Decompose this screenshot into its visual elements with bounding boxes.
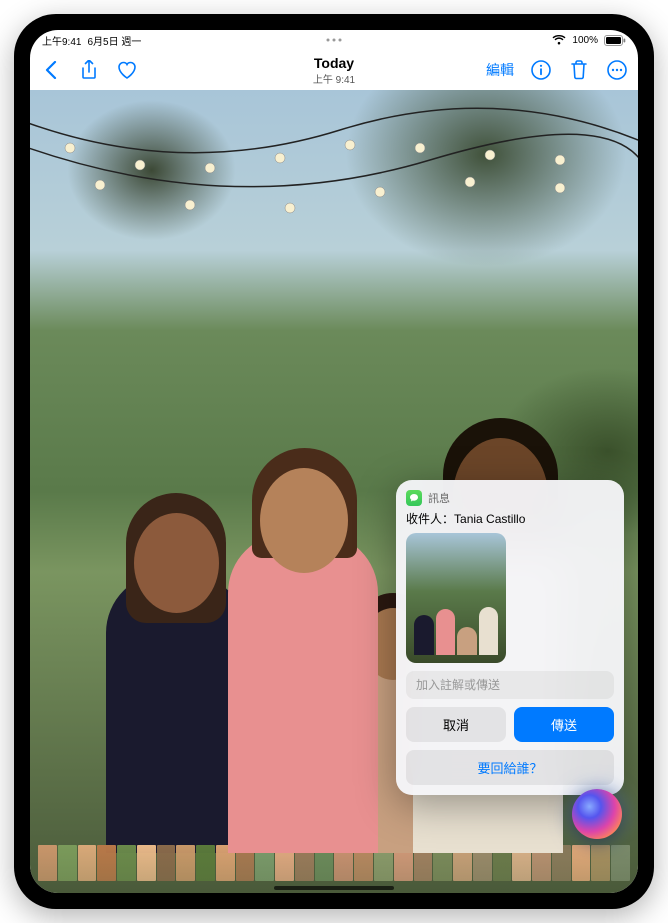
edit-button[interactable]: 編輯 [486,60,514,80]
send-button[interactable]: 傳送 [514,707,614,742]
photo-viewer[interactable]: 訊息 收件人：Tania Castillo 取消 傳送 要回給誰？ [30,90,638,893]
filmstrip-thumb[interactable] [176,845,195,881]
filmstrip-thumb[interactable] [611,845,630,881]
favorite-button[interactable] [116,59,138,81]
filmstrip-thumb[interactable] [196,845,215,881]
filmstrip-thumb[interactable] [97,845,116,881]
comment-input[interactable] [406,671,614,699]
siri-share-card: 訊息 收件人：Tania Castillo 取消 傳送 要回給誰？ [396,480,624,795]
battery-percent: 100% [572,35,598,46]
attachment-thumbnail[interactable] [406,533,506,663]
nav-title-area: Today 上午 9:41 [313,55,355,86]
siri-orb[interactable] [572,789,622,839]
trash-button[interactable] [568,59,590,81]
filmstrip-thumb[interactable] [38,845,57,881]
battery-icon [604,35,626,46]
filmstrip-thumb[interactable] [137,845,156,881]
status-time: 上午9:41 [42,33,81,48]
cancel-button[interactable]: 取消 [406,707,506,742]
filmstrip-thumb[interactable] [572,845,591,881]
recipient-name: Tania Castillo [454,512,525,526]
card-app-label: 訊息 [428,490,450,506]
info-button[interactable] [530,59,552,81]
filmstrip-thumb[interactable] [58,845,77,881]
filmstrip-thumb[interactable] [117,845,136,881]
reply-to-button[interactable]: 要回給誰？ [406,750,614,785]
string-lights [30,90,638,290]
nav-title: Today [313,55,355,71]
messages-app-icon [406,490,422,506]
screen: 上午9:41 6月5日 週一 100% [30,30,638,893]
share-button[interactable] [78,59,100,81]
ipad-frame: 上午9:41 6月5日 週一 100% [14,14,654,909]
status-date: 6月5日 週一 [87,33,141,48]
filmstrip-thumb[interactable] [591,845,610,881]
wifi-icon [552,35,566,45]
more-button[interactable] [606,59,628,81]
filmstrip-thumb[interactable] [157,845,176,881]
card-recipient: 收件人：Tania Castillo [406,510,614,527]
filmstrip-thumb[interactable] [78,845,97,881]
nav-bar: Today 上午 9:41 編輯 [30,50,638,90]
home-indicator[interactable] [274,886,394,890]
multitasking-dots-icon[interactable] [327,39,342,42]
back-button[interactable] [40,59,62,81]
nav-subtitle: 上午 9:41 [313,71,355,86]
status-bar: 上午9:41 6月5日 週一 100% [30,30,638,50]
